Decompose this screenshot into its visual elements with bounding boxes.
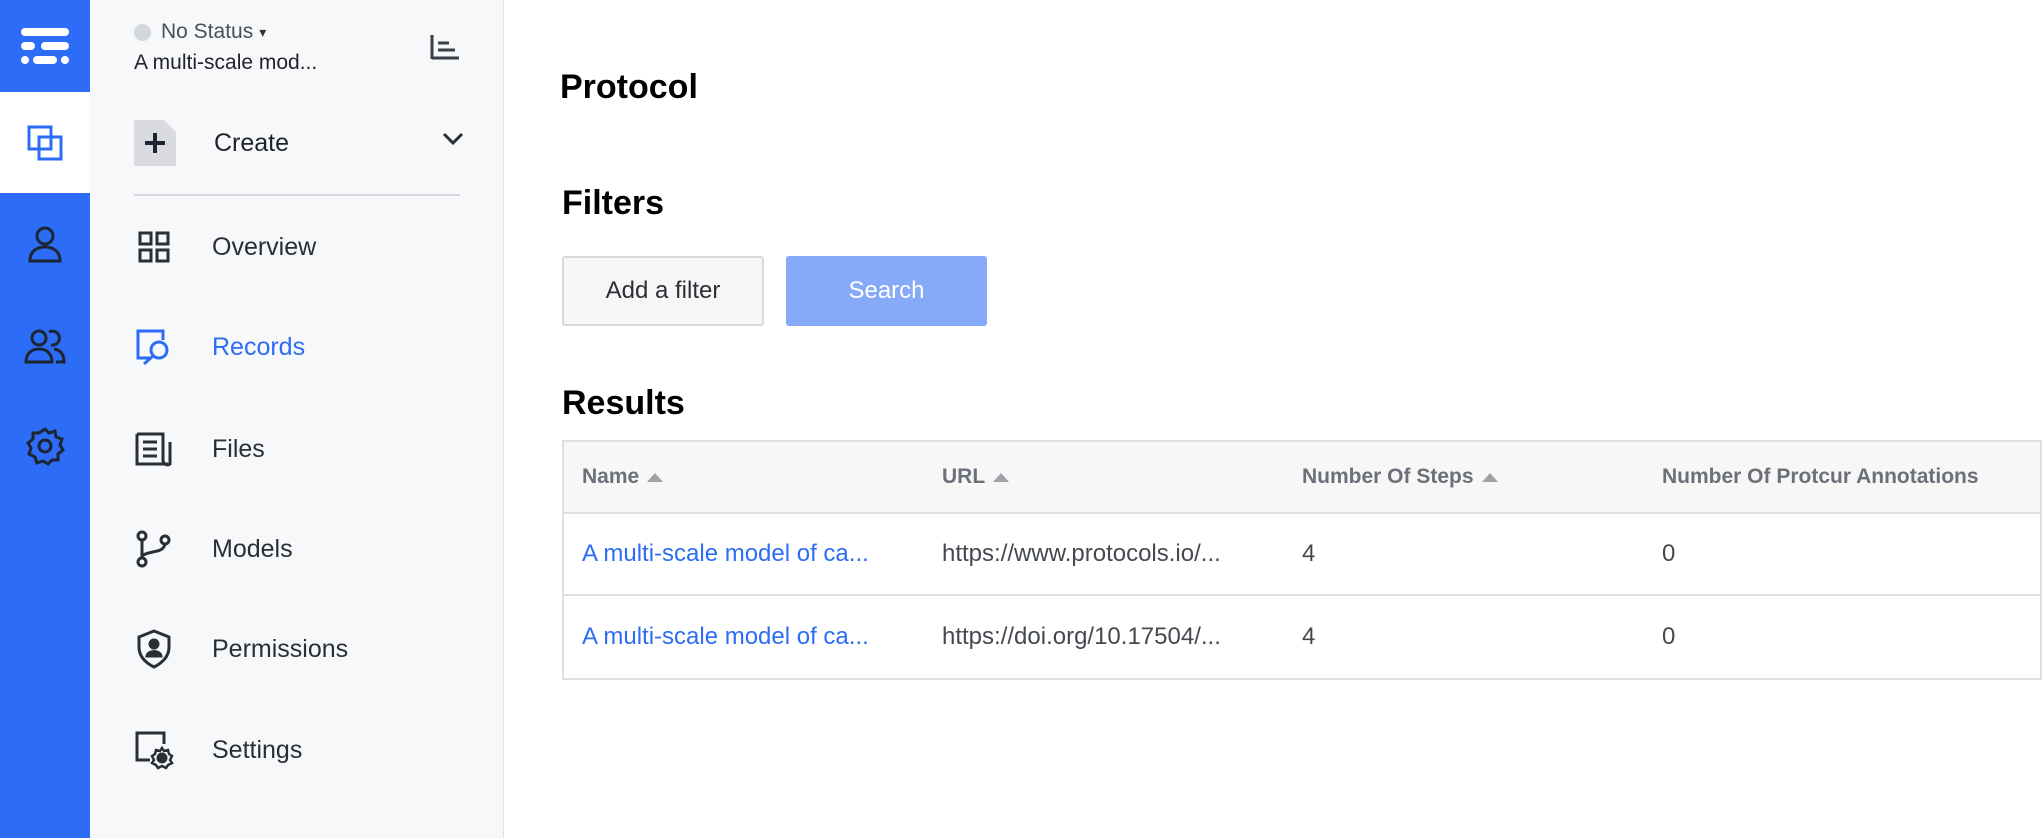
sort-ascending-icon[interactable]	[647, 472, 664, 482]
record-steps: 4	[1302, 540, 1316, 567]
sidebar-item-models[interactable]: Models	[134, 519, 464, 579]
filters-heading: Filters	[562, 184, 665, 222]
sidebar-item-overview[interactable]: Overview	[134, 217, 464, 277]
chevron-down-icon	[442, 132, 464, 146]
sidebar-item-label: Files	[212, 434, 265, 463]
create-menu[interactable]: Create	[134, 118, 464, 168]
column-header-name[interactable]: Name	[564, 442, 924, 512]
dataset-name[interactable]: A multi-scale mod...	[134, 51, 317, 75]
column-header-number-of-steps[interactable]: Number Of Steps	[1284, 442, 1644, 512]
shield-icon	[134, 629, 174, 669]
table-header: Name URL Number Of Steps Number Of Protc…	[564, 442, 2040, 514]
gear-icon[interactable]	[0, 395, 90, 496]
sidebar-item-label: Records	[212, 332, 306, 361]
page-title: Protocol	[560, 68, 698, 106]
collapse-sidebar-button[interactable]	[428, 31, 462, 63]
logo-icon[interactable]	[0, 0, 90, 92]
column-header-url[interactable]: URL	[924, 442, 1284, 512]
results-heading: Results	[562, 384, 685, 422]
record-annotations: 0	[1662, 623, 1676, 650]
sort-ascending-icon[interactable]	[1481, 472, 1498, 482]
models-branch-icon	[134, 529, 174, 569]
sort-ascending-icon[interactable]	[993, 472, 1010, 482]
results-table: Name URL Number Of Steps Number Of Protc…	[562, 440, 2042, 680]
sidebar-item-label: Settings	[212, 735, 303, 764]
dataset-sidebar: No Status ▾ A multi-scale mod... Create	[90, 0, 504, 838]
column-header-number-of-protcur-annotations[interactable]: Number Of Protcur Annotations	[1644, 442, 2040, 512]
sidebar-item-label: Models	[212, 534, 293, 563]
record-name-link[interactable]: A multi-scale model of ca...	[582, 623, 869, 651]
icon-rail	[0, 0, 90, 838]
record-annotations: 0	[1662, 540, 1676, 567]
add-document-icon	[134, 120, 176, 166]
files-icon	[134, 429, 174, 469]
team-icon[interactable]	[0, 294, 90, 395]
sidebar-item-label: Permissions	[212, 634, 349, 663]
sidebar-item-files[interactable]: Files	[134, 419, 464, 479]
record-name-link[interactable]: A multi-scale model of ca...	[582, 540, 869, 568]
search-button[interactable]: Search	[786, 256, 987, 326]
records-search-icon	[134, 327, 174, 367]
table-row[interactable]: A multi-scale model of ca... https://www…	[564, 514, 2040, 596]
record-steps: 4	[1302, 623, 1316, 650]
chevron-down-icon: ▾	[259, 23, 267, 40]
main-content: Protocol Filters Add a filter Search Res…	[504, 0, 2042, 838]
record-url: https://doi.org/10.17504/...	[942, 623, 1221, 650]
add-filter-button[interactable]: Add a filter	[562, 256, 764, 326]
sidebar-item-records[interactable]: Records	[134, 317, 464, 377]
grid-icon	[134, 227, 174, 267]
sidebar-item-permissions[interactable]: Permissions	[134, 619, 464, 679]
record-url: https://www.protocols.io/...	[942, 540, 1221, 567]
user-icon[interactable]	[0, 193, 90, 294]
status-selector[interactable]: No Status ▾	[134, 20, 266, 44]
settings-icon	[134, 730, 174, 770]
status-label: No Status	[161, 20, 254, 43]
status-dot-icon	[134, 23, 151, 41]
sidebar-item-label: Overview	[212, 232, 317, 261]
datasets-icon[interactable]	[0, 92, 90, 193]
divider	[134, 194, 460, 196]
table-row[interactable]: A multi-scale model of ca... https://doi…	[564, 596, 2040, 678]
sidebar-item-settings[interactable]: Settings	[134, 720, 464, 780]
create-label: Create	[214, 128, 290, 157]
